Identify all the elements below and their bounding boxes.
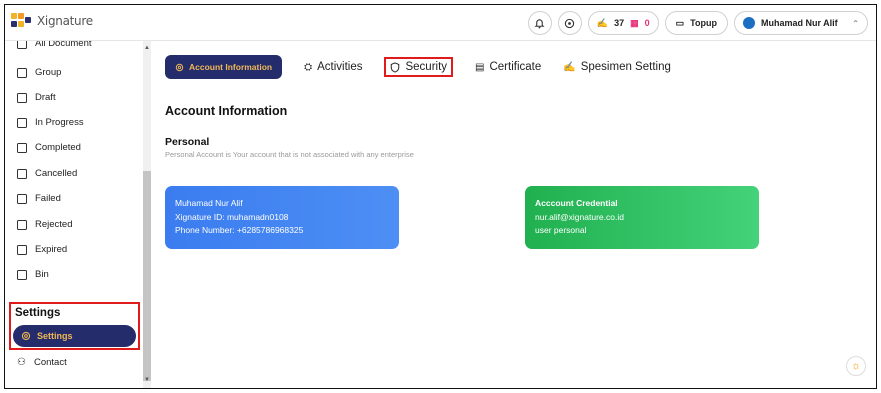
- card-user-name: Muhamad Nur Alif: [175, 198, 243, 208]
- credential-card: Acccount Credential nur.alif@xignature.c…: [525, 186, 759, 249]
- top-header: Xignature ✍ 37 ▦ 0 ▭ Topup Muhamad Nur A…: [5, 5, 876, 41]
- signature-pen-icon: ✍: [563, 61, 576, 73]
- document-cancel-icon: [17, 168, 27, 179]
- sidebar-item-label: Contact: [33, 357, 67, 368]
- tab-label: Certificate: [489, 61, 542, 73]
- document-icon: [17, 41, 27, 49]
- logo-mark-icon: [11, 13, 33, 29]
- signature-quota-count: 37: [614, 18, 625, 28]
- document-progress-icon: [17, 117, 27, 128]
- theme-toggle-sun-icon[interactable]: ☼: [846, 356, 866, 376]
- sidebar-item-label: Cancelled: [35, 168, 78, 179]
- settings-tabs: Account Information ⛭ Activities Securit…: [165, 55, 693, 79]
- section-description: Personal Account is Your account that is…: [165, 150, 414, 159]
- user-name: Muhamad Nur Alif: [761, 18, 838, 28]
- personal-info-card: Muhamad Nur Alif Xignature ID: muhamadn0…: [165, 186, 399, 249]
- document-rejected-icon: [17, 219, 27, 230]
- sidebar-item-expired[interactable]: Expired: [17, 244, 67, 255]
- highlight-box-settings: [9, 302, 140, 350]
- sidebar-item-label: Draft: [35, 92, 56, 103]
- signature-pen-icon: ✍: [596, 17, 609, 28]
- sidebar-item-cancelled[interactable]: Cancelled: [17, 168, 77, 179]
- tab-label: Spesimen Setting: [580, 61, 671, 73]
- bell-icon: [534, 18, 545, 29]
- topup-label: Topup: [690, 18, 717, 28]
- scroll-down-arrow-icon[interactable]: ▼: [144, 377, 150, 383]
- tab-certificate[interactable]: ▤ Certificate: [475, 61, 541, 73]
- app-window: Xignature ✍ 37 ▦ 0 ▭ Topup Muhamad Nur A…: [4, 4, 877, 389]
- sidebar-item-label: Expired: [35, 244, 68, 255]
- section-title: Personal: [165, 136, 210, 148]
- sidebar-item-label: Completed: [35, 142, 81, 153]
- document-expired-icon: [17, 244, 27, 255]
- scroll-up-arrow-icon[interactable]: ▲: [144, 45, 150, 51]
- shield-icon: [391, 61, 400, 73]
- tab-account-information[interactable]: Account Information: [165, 55, 283, 79]
- sidebar-item-label: Bin: [35, 269, 49, 280]
- folder-icon: [17, 67, 27, 78]
- sidebar-item-all-document[interactable]: All Document: [17, 41, 92, 49]
- sidebar-item-label: Failed: [35, 193, 61, 204]
- card-account-type: user personal: [535, 225, 587, 235]
- sidebar-item-in-progress[interactable]: In Progress: [17, 117, 84, 128]
- sidebar: All Document Group Draft In Progress Com…: [5, 41, 142, 388]
- sidebar-item-rejected[interactable]: Rejected: [17, 219, 73, 230]
- sidebar-item-contact[interactable]: ⚇ Contact: [17, 357, 67, 368]
- tab-spesimen-setting[interactable]: ✍ Spesimen Setting: [563, 61, 671, 73]
- qr-quota-count: 0: [644, 18, 650, 28]
- help-button[interactable]: [557, 11, 582, 35]
- user-menu[interactable]: Muhamad Nur Alif ⌃: [734, 11, 868, 35]
- avatar: [743, 17, 755, 29]
- card-title: Acccount Credential: [535, 198, 618, 208]
- card-xignature-id: Xignature ID: muhamadn0108: [175, 211, 289, 222]
- card-email: nur.alif@xignature.co.id: [535, 211, 624, 222]
- logo-text: Xignature: [37, 14, 93, 28]
- activity-icon: ⛭: [304, 61, 313, 73]
- tab-activities[interactable]: ⛭ Activities: [304, 61, 362, 73]
- qr-icon: ▦: [630, 17, 639, 28]
- help-icon: [565, 18, 575, 28]
- sidebar-item-group[interactable]: Group: [17, 67, 61, 78]
- tab-label: Activities: [317, 61, 363, 73]
- main-content: Account Information ⛭ Activities Securit…: [153, 41, 876, 388]
- contacts-icon: ⚇: [17, 357, 26, 368]
- sidebar-item-failed[interactable]: Failed: [17, 193, 61, 204]
- quota-indicator[interactable]: ✍ 37 ▦ 0: [587, 11, 659, 35]
- draft-icon: [17, 92, 27, 103]
- topup-button[interactable]: ▭ Topup: [664, 11, 728, 35]
- document-failed-icon: [17, 193, 27, 204]
- notification-bell-button[interactable]: [527, 11, 552, 35]
- gear-icon: [175, 63, 184, 71]
- trash-icon: [17, 269, 27, 280]
- tab-label: Security: [405, 61, 448, 73]
- logo[interactable]: Xignature: [11, 13, 93, 29]
- page-title: Account Information: [165, 104, 288, 118]
- sidebar-item-label: All Document: [35, 41, 92, 49]
- sidebar-item-bin[interactable]: Bin: [17, 269, 49, 280]
- sidebar-scrollbar-thumb[interactable]: [143, 171, 151, 381]
- document-check-icon: [17, 142, 27, 153]
- tab-label: Account Information: [189, 62, 273, 72]
- chevron-updown-icon: ⌃: [852, 18, 859, 28]
- sidebar-item-draft[interactable]: Draft: [17, 92, 56, 103]
- card-phone-number: Phone Number: +6285786968325: [175, 225, 304, 235]
- certificate-icon: ▤: [475, 61, 485, 73]
- sidebar-item-label: Group: [35, 67, 62, 78]
- wallet-icon: ▭: [675, 17, 685, 28]
- sidebar-item-label: Rejected: [35, 219, 73, 230]
- tab-security[interactable]: Security: [384, 57, 454, 77]
- sidebar-item-completed[interactable]: Completed: [17, 142, 81, 153]
- sidebar-item-label: In Progress: [35, 117, 84, 128]
